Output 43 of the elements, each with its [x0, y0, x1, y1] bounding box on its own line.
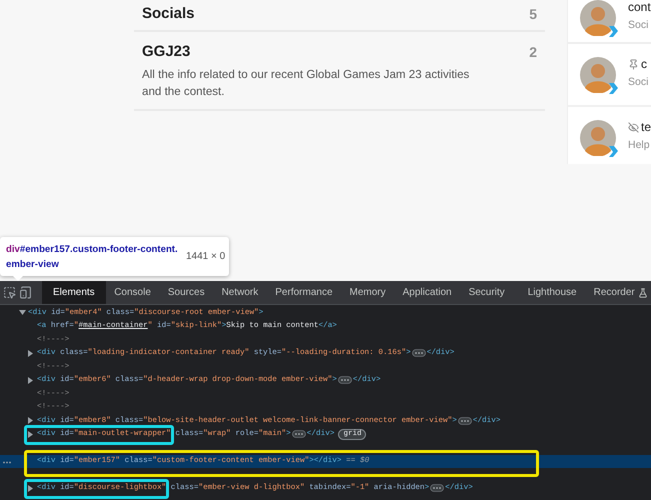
devtools-tab[interactable]: Memory: [341, 281, 394, 304]
ellipsis-icon[interactable]: [292, 430, 306, 438]
topic-category: Soci: [628, 76, 648, 88]
topic-count: 5: [529, 6, 537, 22]
badge-icon: [609, 146, 618, 157]
topic-title[interactable]: cont: [628, 0, 651, 14]
devtools-tab[interactable]: Recorder: [585, 281, 651, 304]
devtools-tab[interactable]: Console: [106, 281, 160, 304]
devtools-tab[interactable]: Performance: [266, 281, 342, 304]
topic-title[interactable]: c: [641, 57, 647, 71]
more-icon[interactable]: [3, 460, 11, 464]
ellipsis-icon[interactable]: [458, 416, 472, 425]
collapse-arrow-icon[interactable]: [19, 310, 26, 316]
category-name[interactable]: Socials: [142, 5, 530, 22]
devtools-tab[interactable]: Sources: [159, 281, 214, 304]
topic-title[interactable]: te: [641, 120, 651, 134]
avatar: [580, 120, 616, 156]
devtools-tab[interactable]: Network: [213, 281, 267, 304]
expand-arrow-icon[interactable]: [28, 376, 33, 384]
ellipsis-icon[interactable]: [430, 484, 444, 492]
avatar: [580, 0, 616, 36]
pin-icon: [628, 58, 639, 70]
badge-icon: [609, 26, 618, 37]
devtools-tab[interactable]: Application: [394, 281, 460, 304]
eye-off-icon: [628, 122, 639, 132]
element-size: 1441 × 0: [186, 251, 226, 262]
category-description: All the info related to our recent Global Games Jam 23 activities and the contest.: [142, 67, 470, 100]
expand-arrow-icon[interactable]: [28, 430, 33, 438]
category-name[interactable]: GGJ23: [142, 43, 530, 60]
element-selector: div#ember157.custom-footer-content.ember-view: [6, 242, 178, 272]
devtools-tab[interactable]: Elements: [42, 281, 106, 304]
topic-category: Soci: [628, 19, 650, 31]
devtools-tab[interactable]: Security: [460, 281, 514, 304]
badge-icon: [609, 83, 618, 94]
expand-arrow-icon[interactable]: [28, 350, 33, 357]
avatar: [580, 57, 616, 93]
topic-category: Help: [628, 139, 651, 151]
expand-arrow-icon[interactable]: [28, 484, 33, 492]
ellipsis-icon[interactable]: [338, 376, 352, 384]
topic-count: 2: [529, 44, 537, 60]
expand-arrow-icon[interactable]: [28, 417, 33, 424]
devtools-tab[interactable]: Lighthouse: [519, 281, 586, 304]
ellipsis-icon[interactable]: [412, 349, 426, 358]
